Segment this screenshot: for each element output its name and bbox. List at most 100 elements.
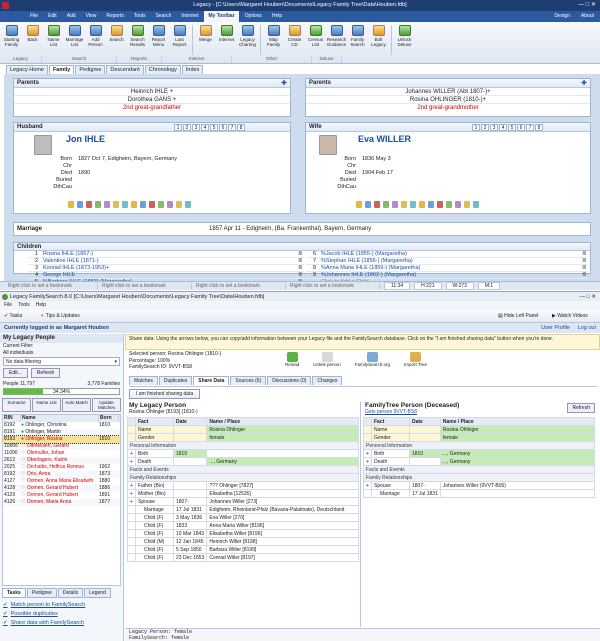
wife-box[interactable]: Wife 12345678 Eva WILLER Born 1836 May 3 C… xyxy=(305,122,591,214)
event-dthcau[interactable]: DthCau xyxy=(50,184,290,191)
finish-sharing-button[interactable]: I am finished sharing data xyxy=(129,389,201,399)
familytree-person-link[interactable]: Gets person 9VVT-BS8 xyxy=(363,409,597,415)
sources-icon[interactable] xyxy=(365,201,371,208)
tab-legacy-home[interactable]: Legacy Home xyxy=(6,65,48,74)
map-icon[interactable] xyxy=(464,201,470,208)
legacy-app-icon[interactable] xyxy=(2,2,9,9)
husband-mother[interactable]: Dorothea GANS + xyxy=(14,96,290,104)
child-row[interactable]: 8 %Anna Maria IHLE (1859-) (Margaretha) ≣ xyxy=(306,265,588,272)
wife-page-numbers[interactable]: 12345678 xyxy=(472,124,543,131)
surname-button[interactable]: Surname xyxy=(2,398,31,412)
import-tree-button[interactable]: Import Tree xyxy=(404,352,427,367)
page-number[interactable]: 7 xyxy=(526,124,534,131)
pictures-icon[interactable] xyxy=(374,201,380,208)
fs-tab-discussions-0[interactable]: Discussions (0) xyxy=(267,376,312,385)
wife-name[interactable]: Eva WILLER xyxy=(358,134,411,144)
about-menu[interactable]: About xyxy=(581,11,594,22)
expand-icon[interactable] xyxy=(127,545,136,554)
table-row[interactable]: 10906 ♡ Olenwulen, Gerard xyxy=(3,443,120,450)
grid-row[interactable]: Marriage 17 Jul 1831 Edigheim, Rheinland-P… xyxy=(127,505,359,514)
tab-descendant[interactable]: Descendant xyxy=(106,65,144,74)
expand-icon[interactable] xyxy=(363,433,372,442)
fs-tab-matches[interactable]: Matches xyxy=(129,376,158,385)
grid-row[interactable]: + Spouse 1807- Johannes Willer [273] xyxy=(127,497,359,506)
map-icon[interactable] xyxy=(176,201,182,208)
expand-icon[interactable]: + xyxy=(127,457,136,466)
child-menu-icon[interactable]: ≣ xyxy=(298,258,304,264)
menu-internet[interactable]: Internet xyxy=(177,11,202,22)
menu-view[interactable]: View xyxy=(82,11,101,22)
page-number[interactable]: 1 xyxy=(174,124,182,131)
grid-row[interactable]: + Death ..., Germany xyxy=(127,457,359,466)
hide-left-panel-button[interactable]: ▤ Hide Left Panel xyxy=(498,310,538,323)
grid-row[interactable]: Gender female xyxy=(363,433,596,442)
grid-row[interactable]: + Mother (Bio) Elisabetha [12526] xyxy=(127,489,359,498)
page-number[interactable]: 4 xyxy=(201,124,209,131)
child-menu-icon[interactable]: ≣ xyxy=(582,258,588,264)
create-cd-button[interactable]: Create CD xyxy=(285,25,304,55)
expand-icon[interactable] xyxy=(127,521,136,530)
expand-icon[interactable]: + xyxy=(127,481,136,490)
menu-file[interactable]: File xyxy=(26,11,42,22)
address-icon[interactable] xyxy=(104,201,110,208)
search-button[interactable]: Search xyxy=(107,25,126,55)
event-buried[interactable]: Buried xyxy=(50,177,290,184)
task-item[interactable]: ✔ Match person to FamilySearch xyxy=(3,601,120,610)
grid-row[interactable]: Name Rosina Ohlinger xyxy=(363,425,596,434)
alert-icon[interactable] xyxy=(122,201,128,208)
todo-icon[interactable] xyxy=(401,201,407,208)
page-number[interactable]: 4 xyxy=(499,124,507,131)
page-number[interactable]: 5 xyxy=(508,124,516,131)
menu-help[interactable]: Help xyxy=(268,11,286,22)
grid-row[interactable]: Child (F) 10 Mar 1843 Elisabetha Willer [8… xyxy=(127,529,359,538)
child-menu-icon[interactable]: ≣ xyxy=(298,251,304,257)
grid-row[interactable]: Child (M) 12 Jan 1845 Heinrich Willer [819… xyxy=(127,537,359,546)
table-row[interactable]: 4127 ♡ Oomen, Anna Maria Elisabeth 1880 xyxy=(3,478,120,485)
child-row[interactable]: 9 %Johannes IHLE (1862-) (Margaretha) ≣ xyxy=(306,272,588,279)
column-name[interactable]: Name xyxy=(21,415,99,422)
grid-section[interactable]: Facts and Events xyxy=(363,465,595,474)
marriage-list-button[interactable]: Marriage List xyxy=(65,25,84,55)
tab-family[interactable]: Family xyxy=(48,65,75,74)
bottom-tab-legend[interactable]: Legend xyxy=(84,588,111,598)
fs-tab-sources-6[interactable]: Sources (6) xyxy=(230,376,267,385)
grid-row[interactable]: Name Rosina Ohlinger xyxy=(127,425,359,434)
event-chr[interactable]: Chr xyxy=(334,163,584,170)
page-number[interactable]: 5 xyxy=(210,124,218,131)
page-number[interactable]: 1 xyxy=(472,124,480,131)
husband-father[interactable]: Heinrich IHLE + xyxy=(14,88,290,96)
expand-icon[interactable]: + xyxy=(363,481,372,490)
wife-father[interactable]: Johannes WILLER (Abt 1807-)+ xyxy=(306,88,590,96)
event-born[interactable]: Born 1827 Oct 7, Edigheim, Bayern, German… xyxy=(50,156,290,163)
table-row[interactable]: 8191 ● Ohlinger, Martin xyxy=(3,429,120,436)
page-number[interactable]: 3 xyxy=(192,124,200,131)
expand-icon[interactable]: + xyxy=(127,497,136,506)
grid-row[interactable]: Marriage 17 Jul 1831 xyxy=(363,489,596,498)
name-list-button[interactable]: Name List xyxy=(32,398,61,412)
fs-tab-duplicates[interactable]: Duplicates xyxy=(158,376,193,385)
design-menu[interactable]: Design xyxy=(554,11,570,22)
grid-row[interactable]: Child (F) 3 May 1836 Eva Willer [270] xyxy=(127,513,359,522)
report-menu-button[interactable]: Report Menu xyxy=(149,25,168,55)
census-list-button[interactable]: Census List xyxy=(306,25,325,55)
marriage-box[interactable]: Marriage 1857 Apr 11 - Edigheim, (Ba. Fr… xyxy=(13,222,591,236)
add-parent-icon[interactable]: ✚ xyxy=(581,79,587,87)
table-row[interactable]: 2612 ♡ Oberlagers, Katrin xyxy=(3,457,120,464)
fs-menu-tools[interactable]: Tools xyxy=(18,301,30,310)
update-matches-button[interactable]: Update Matches xyxy=(92,398,121,412)
expand-icon[interactable]: + xyxy=(363,457,372,466)
bottom-tab-pedigree[interactable]: Pedigree xyxy=(26,588,57,598)
book-icon[interactable] xyxy=(149,201,155,208)
event-dthcau[interactable]: DthCau xyxy=(334,184,584,191)
edit-filter-button[interactable]: Edit... xyxy=(3,368,28,378)
user-profile-link[interactable]: User Profile xyxy=(541,323,570,333)
event-died[interactable]: Died 1890 xyxy=(50,170,290,177)
refresh-button[interactable]: Refresh xyxy=(30,368,61,378)
grid-row[interactable]: + Death ..., Germany xyxy=(363,457,596,466)
filter-select[interactable]: No data filtering ▾ xyxy=(3,357,120,366)
table-row[interactable]: 4128 ♡ Oomen, Gerard Hubert 1886 xyxy=(3,485,120,492)
events-icon[interactable] xyxy=(383,201,389,208)
print-icon[interactable] xyxy=(131,201,137,208)
grid-row[interactable]: + Spouse 1807- Johannes Willer (9VVT-B05) xyxy=(363,481,596,490)
expand-icon[interactable]: + xyxy=(127,489,136,498)
